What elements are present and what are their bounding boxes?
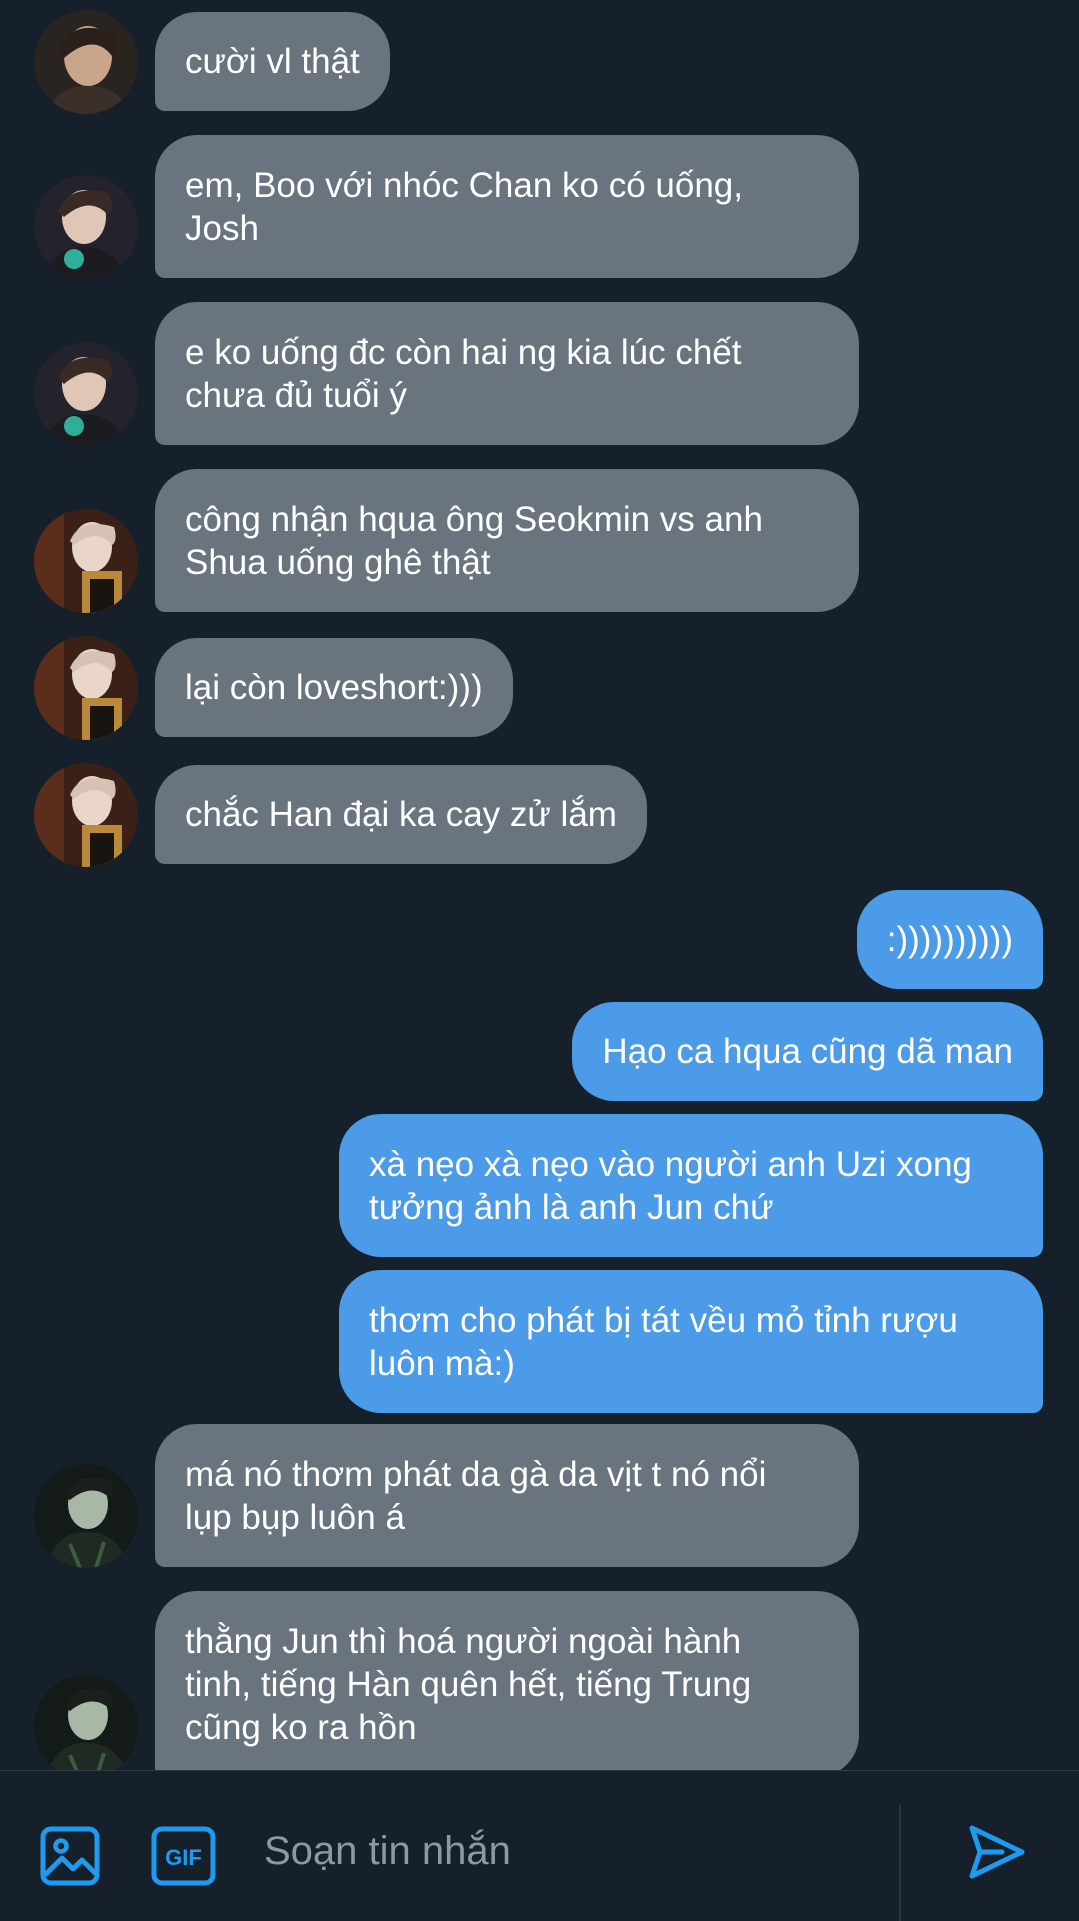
message-bubble[interactable]: chắc Han đại ka cay zử lắm xyxy=(155,765,647,864)
message-text-line: tưởng ảnh là anh Jun chứ xyxy=(369,1187,774,1227)
message-text-line: em, Boo với nhóc Chan ko có uống, xyxy=(185,165,744,205)
message-text-line: cũng ko ra hồn xyxy=(185,1707,417,1747)
message-bubble-own[interactable]: thơm cho phát bị tát vều mỏ tỉnh rượu lu… xyxy=(339,1270,1043,1413)
message-text: cười vl thật xyxy=(185,42,360,81)
sender-avatar[interactable] xyxy=(34,342,138,446)
sender-avatar[interactable] xyxy=(34,1464,138,1568)
message-text: chắc Han đại ka cay zử lắm xyxy=(185,795,617,834)
sender-avatar[interactable] xyxy=(34,763,138,867)
message-list[interactable]: cười vl thật em, Boo với nhóc Chan ko có… xyxy=(0,0,1079,1770)
message-text-line: má nó thơm phát da gà da vịt t nó nổi xyxy=(185,1454,767,1494)
divider xyxy=(899,1805,901,1921)
message-bubble-own[interactable]: xà nẹo xà nẹo vào người anh Uzi xong tưở… xyxy=(339,1114,1043,1257)
message-text-line: Shua uống ghê thật xyxy=(185,542,491,582)
image-icon[interactable] xyxy=(40,1826,100,1886)
message-bubble[interactable]: má nó thơm phát da gà da vịt t nó nổi lụ… xyxy=(155,1424,859,1567)
message-bubble[interactable]: thằng Jun thì hoá người ngoài hành tinh,… xyxy=(155,1591,859,1770)
message-bubble[interactable]: e ko uống đc còn hai ng kia lúc chết chư… xyxy=(155,302,859,445)
message-bubble[interactable]: lại còn loveshort:))) xyxy=(155,638,513,737)
sender-avatar[interactable] xyxy=(34,175,138,279)
sender-avatar[interactable] xyxy=(34,636,138,740)
message-bubble[interactable]: cười vl thật xyxy=(155,12,390,111)
message-input[interactable] xyxy=(264,1811,884,1891)
message-text: lại còn loveshort:))) xyxy=(185,668,483,707)
sender-avatar[interactable] xyxy=(34,10,138,114)
message-text-line: thằng Jun thì hoá người ngoài hành xyxy=(185,1621,742,1661)
send-icon[interactable] xyxy=(968,1823,1026,1881)
message-bubble-own[interactable]: :)))))))))) xyxy=(856,890,1043,989)
message-composer: GIF xyxy=(0,1770,1079,1921)
sender-avatar[interactable] xyxy=(34,509,138,613)
gif-icon[interactable]: GIF xyxy=(151,1826,216,1886)
message-text-line: tinh, tiếng Hàn quên hết, tiếng Trung xyxy=(185,1664,752,1704)
message-text: :)))))))))) xyxy=(886,920,1013,959)
message-text: Hạo ca hqua cũng dã man xyxy=(602,1032,1013,1071)
message-text-line: xà nẹo xà nẹo vào người anh Uzi xong xyxy=(369,1144,972,1184)
message-text-line: luôn mà:) xyxy=(369,1343,515,1383)
message-text-line: công nhận hqua ông Seokmin vs anh xyxy=(185,499,763,539)
message-bubble[interactable]: em, Boo với nhóc Chan ko có uống, Josh xyxy=(155,135,859,278)
message-bubble-own[interactable]: Hạo ca hqua cũng dã man xyxy=(572,1002,1043,1101)
message-text-line: lụp bụp luôn á xyxy=(185,1497,405,1537)
sender-avatar[interactable] xyxy=(34,1675,138,1770)
message-text-line: Josh xyxy=(185,208,259,248)
message-text-line: thơm cho phát bị tát vều mỏ tỉnh rượu xyxy=(369,1300,958,1340)
message-bubble[interactable]: công nhận hqua ông Seokmin vs anh Shua u… xyxy=(155,469,859,612)
message-text-line: e ko uống đc còn hai ng kia lúc chết xyxy=(185,332,742,372)
message-text-line: chưa đủ tuổi ý xyxy=(185,375,407,415)
gif-label: GIF xyxy=(165,1845,202,1870)
